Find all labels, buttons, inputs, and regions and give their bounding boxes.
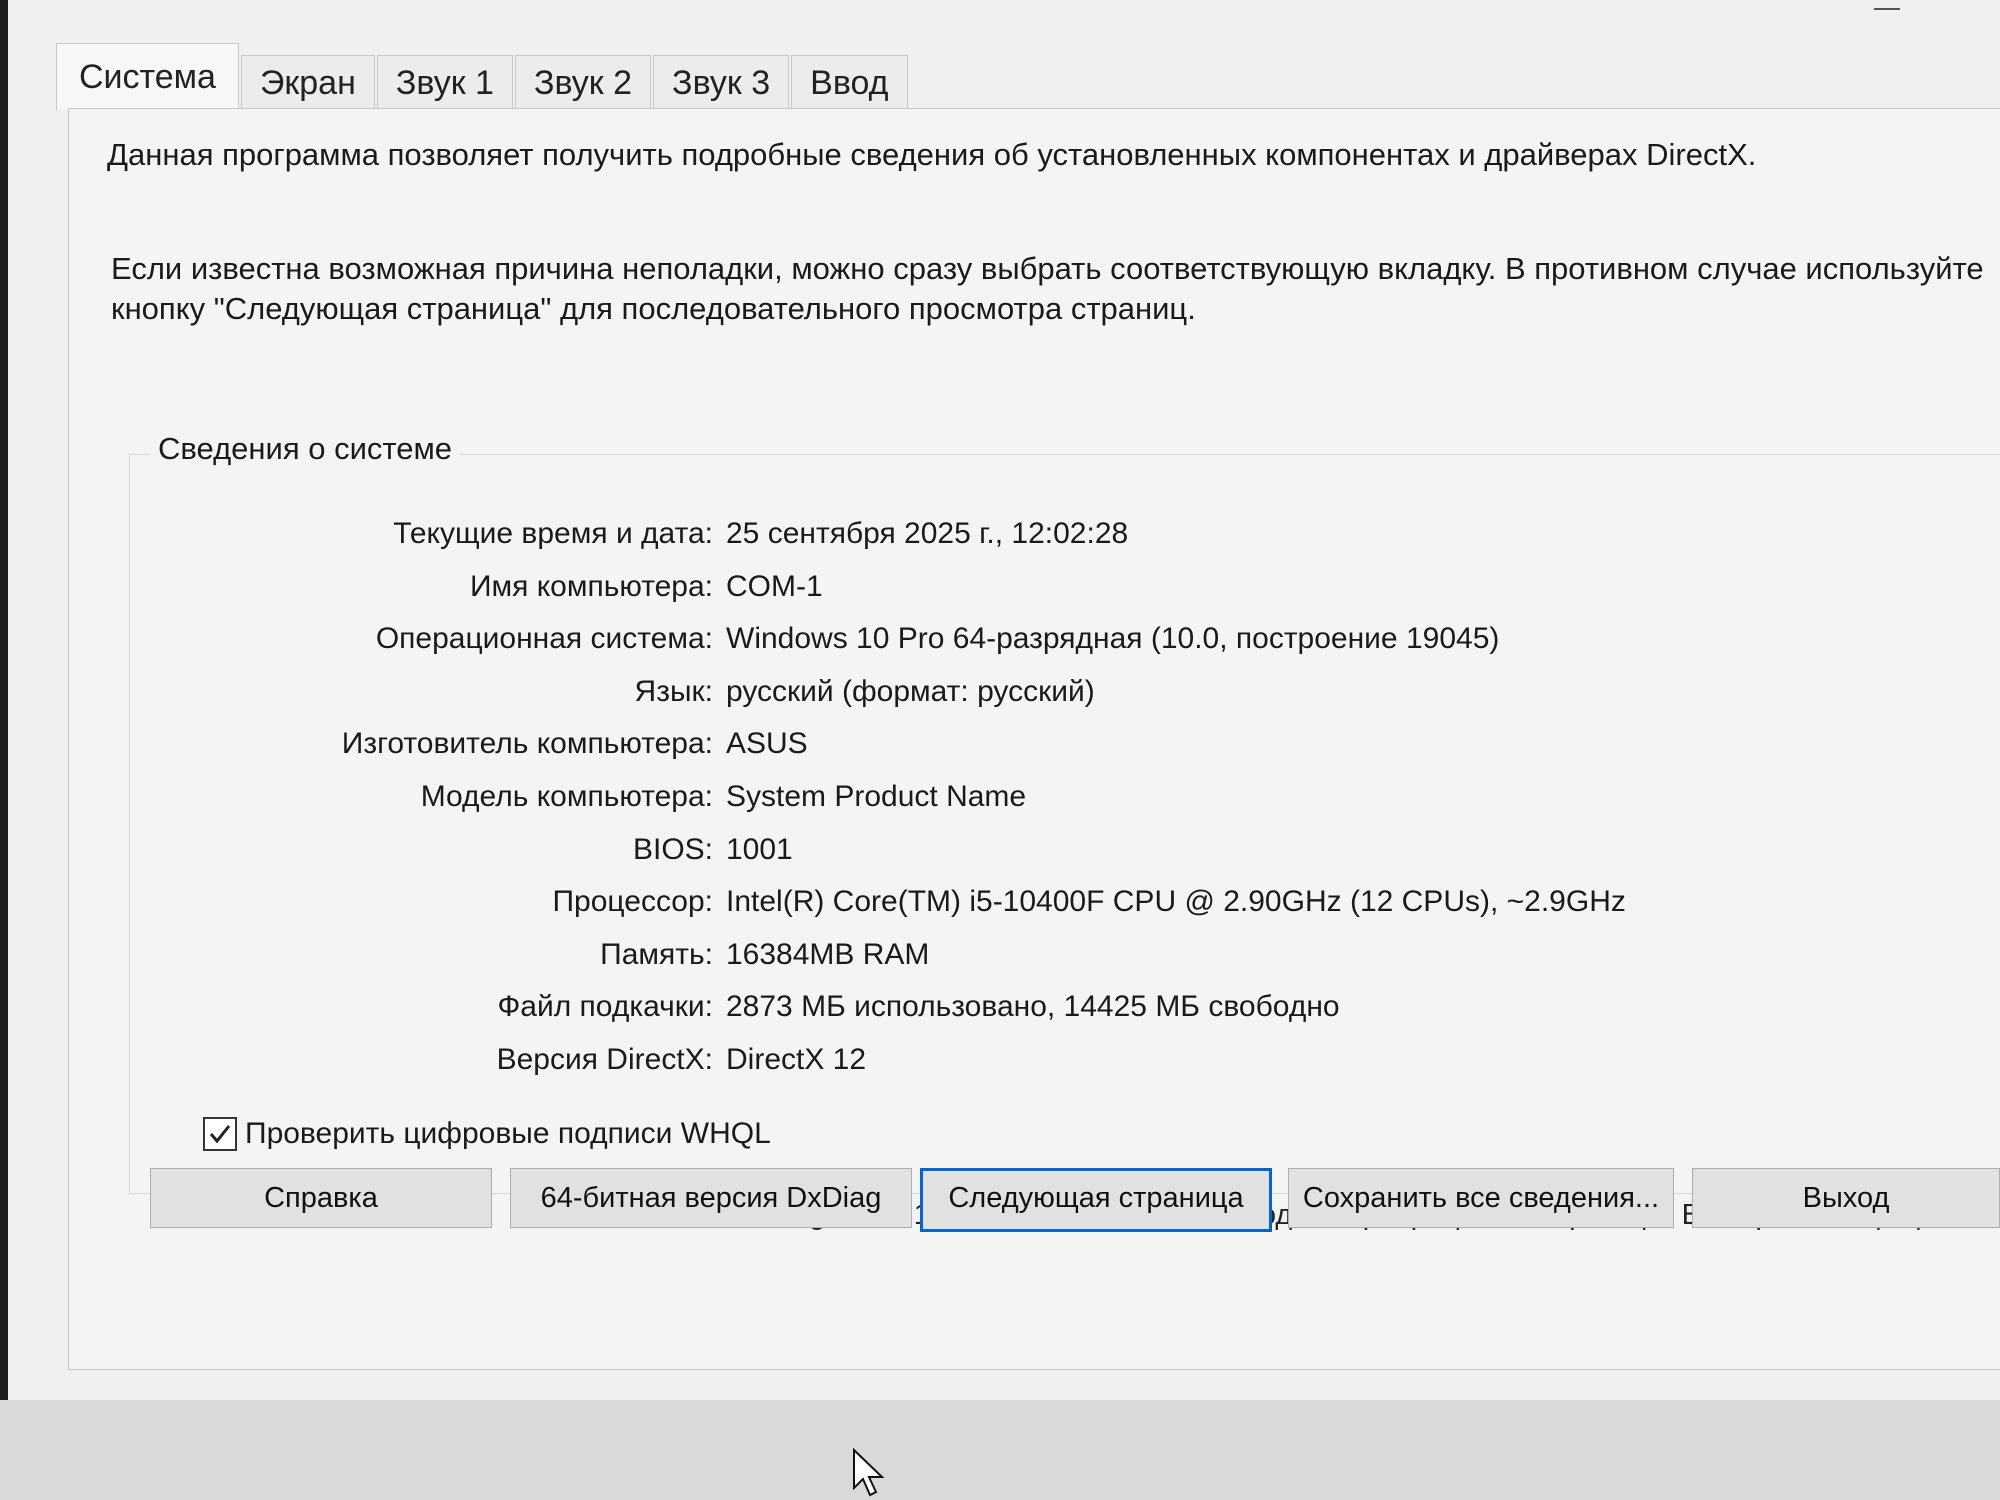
- tab-sound-3[interactable]: Звук 3: [653, 55, 790, 110]
- exit-button[interactable]: Выход: [1692, 1168, 2000, 1228]
- whql-checkbox-label: Проверить цифровые подписи WHQL: [245, 1117, 771, 1150]
- info-row-processor: Процессор: Intel(R) Core(TM) i5-10400F C…: [130, 885, 2000, 938]
- info-row-language: Язык: русский (формат: русский): [130, 675, 2000, 728]
- info-value: COM-1: [726, 569, 823, 603]
- next-page-button[interactable]: Следующая страница: [920, 1168, 1272, 1232]
- info-label: Память:: [600, 937, 713, 971]
- info-row-pagefile: Файл подкачки: 2873 МБ использовано, 144…: [130, 990, 2000, 1043]
- mouse-cursor-icon: [853, 1448, 885, 1497]
- info-row-computer-name: Имя компьютера: COM-1: [130, 570, 2000, 623]
- info-value: System Product Name: [726, 779, 1027, 813]
- info-row-datetime: Текущие время и дата: 25 сентября 2025 г…: [130, 517, 2000, 570]
- info-label: Язык:: [634, 674, 713, 708]
- whql-checkbox[interactable]: [203, 1117, 237, 1151]
- info-row-manufacturer: Изготовитель компьютера: ASUS: [130, 727, 2000, 780]
- info-row-bios: BIOS: 1001: [130, 833, 2000, 886]
- info-label: BIOS:: [632, 832, 713, 866]
- info-value: Intel(R) Core(TM) i5-10400F CPU @ 2.90GH…: [726, 885, 1626, 919]
- info-rows: Текущие время и дата: 25 сентября 2025 г…: [130, 517, 2000, 1096]
- info-value: ASUS: [726, 727, 808, 761]
- info-label: Изготовитель компьютера:: [341, 727, 713, 761]
- info-row-memory: Память: 16384MB RAM: [130, 938, 2000, 991]
- system-info-group: Сведения о системе Текущие время и дата:…: [129, 431, 2000, 1194]
- tab-sound-1[interactable]: Звук 1: [376, 55, 513, 110]
- info-row-os: Операционная система: Windows 10 Pro 64-…: [130, 622, 2000, 675]
- info-value: русский (формат: русский): [726, 674, 1095, 708]
- intro-text: Данная программа позволяет получить подр…: [107, 137, 1757, 172]
- info-value: 2873 МБ использовано, 14425 МБ свободно: [726, 990, 1340, 1024]
- checkmark-icon: [209, 1125, 231, 1144]
- info-label: Операционная система:: [375, 622, 713, 656]
- hint-text: Если известна возможная причина неполадк…: [111, 251, 1984, 326]
- info-value: 16384MB RAM: [726, 937, 930, 971]
- tab-display[interactable]: Экран: [240, 55, 375, 110]
- info-label: Текущие время и дата:: [393, 517, 713, 550]
- info-label: Имя компьютера:: [469, 569, 713, 603]
- tab-bar: Система Экран Звук 1 Звук 2 Звук 3 Ввод: [56, 30, 910, 110]
- dxdiag64-button[interactable]: 64-битная версия DxDiag: [510, 1168, 912, 1228]
- info-row-directx: Версия DirectX: DirectX 12: [130, 1043, 2000, 1096]
- info-label: Версия DirectX:: [496, 1042, 713, 1076]
- info-value: DirectX 12: [726, 1042, 867, 1076]
- info-label: Файл подкачки:: [497, 990, 713, 1024]
- info-label: Процессор:: [552, 885, 713, 919]
- save-all-button[interactable]: Сохранить все сведения...: [1288, 1168, 1674, 1228]
- info-value: 25 сентября 2025 г., 12:02:28: [726, 517, 1129, 550]
- tab-input[interactable]: Ввод: [791, 55, 908, 110]
- info-value: 1001: [726, 832, 793, 866]
- dxdiag-window: Система Экран Звук 1 Звук 2 Звук 3 Ввод …: [8, 0, 2000, 1400]
- whql-checkbox-row[interactable]: Проверить цифровые подписи WHQL: [203, 1117, 771, 1151]
- desktop-area: [0, 1400, 2000, 1500]
- group-title: Сведения о системе: [150, 431, 461, 467]
- minimize-icon[interactable]: [1874, 8, 1900, 10]
- tab-sound-2[interactable]: Звук 2: [514, 55, 652, 110]
- tab-system[interactable]: Система: [56, 43, 239, 110]
- info-row-model: Модель компьютера: System Product Name: [130, 780, 2000, 833]
- help-button[interactable]: Справка: [150, 1168, 492, 1228]
- info-value: Windows 10 Pro 64-разрядная (10.0, постр…: [726, 622, 1500, 656]
- info-label: Модель компьютера:: [420, 779, 713, 813]
